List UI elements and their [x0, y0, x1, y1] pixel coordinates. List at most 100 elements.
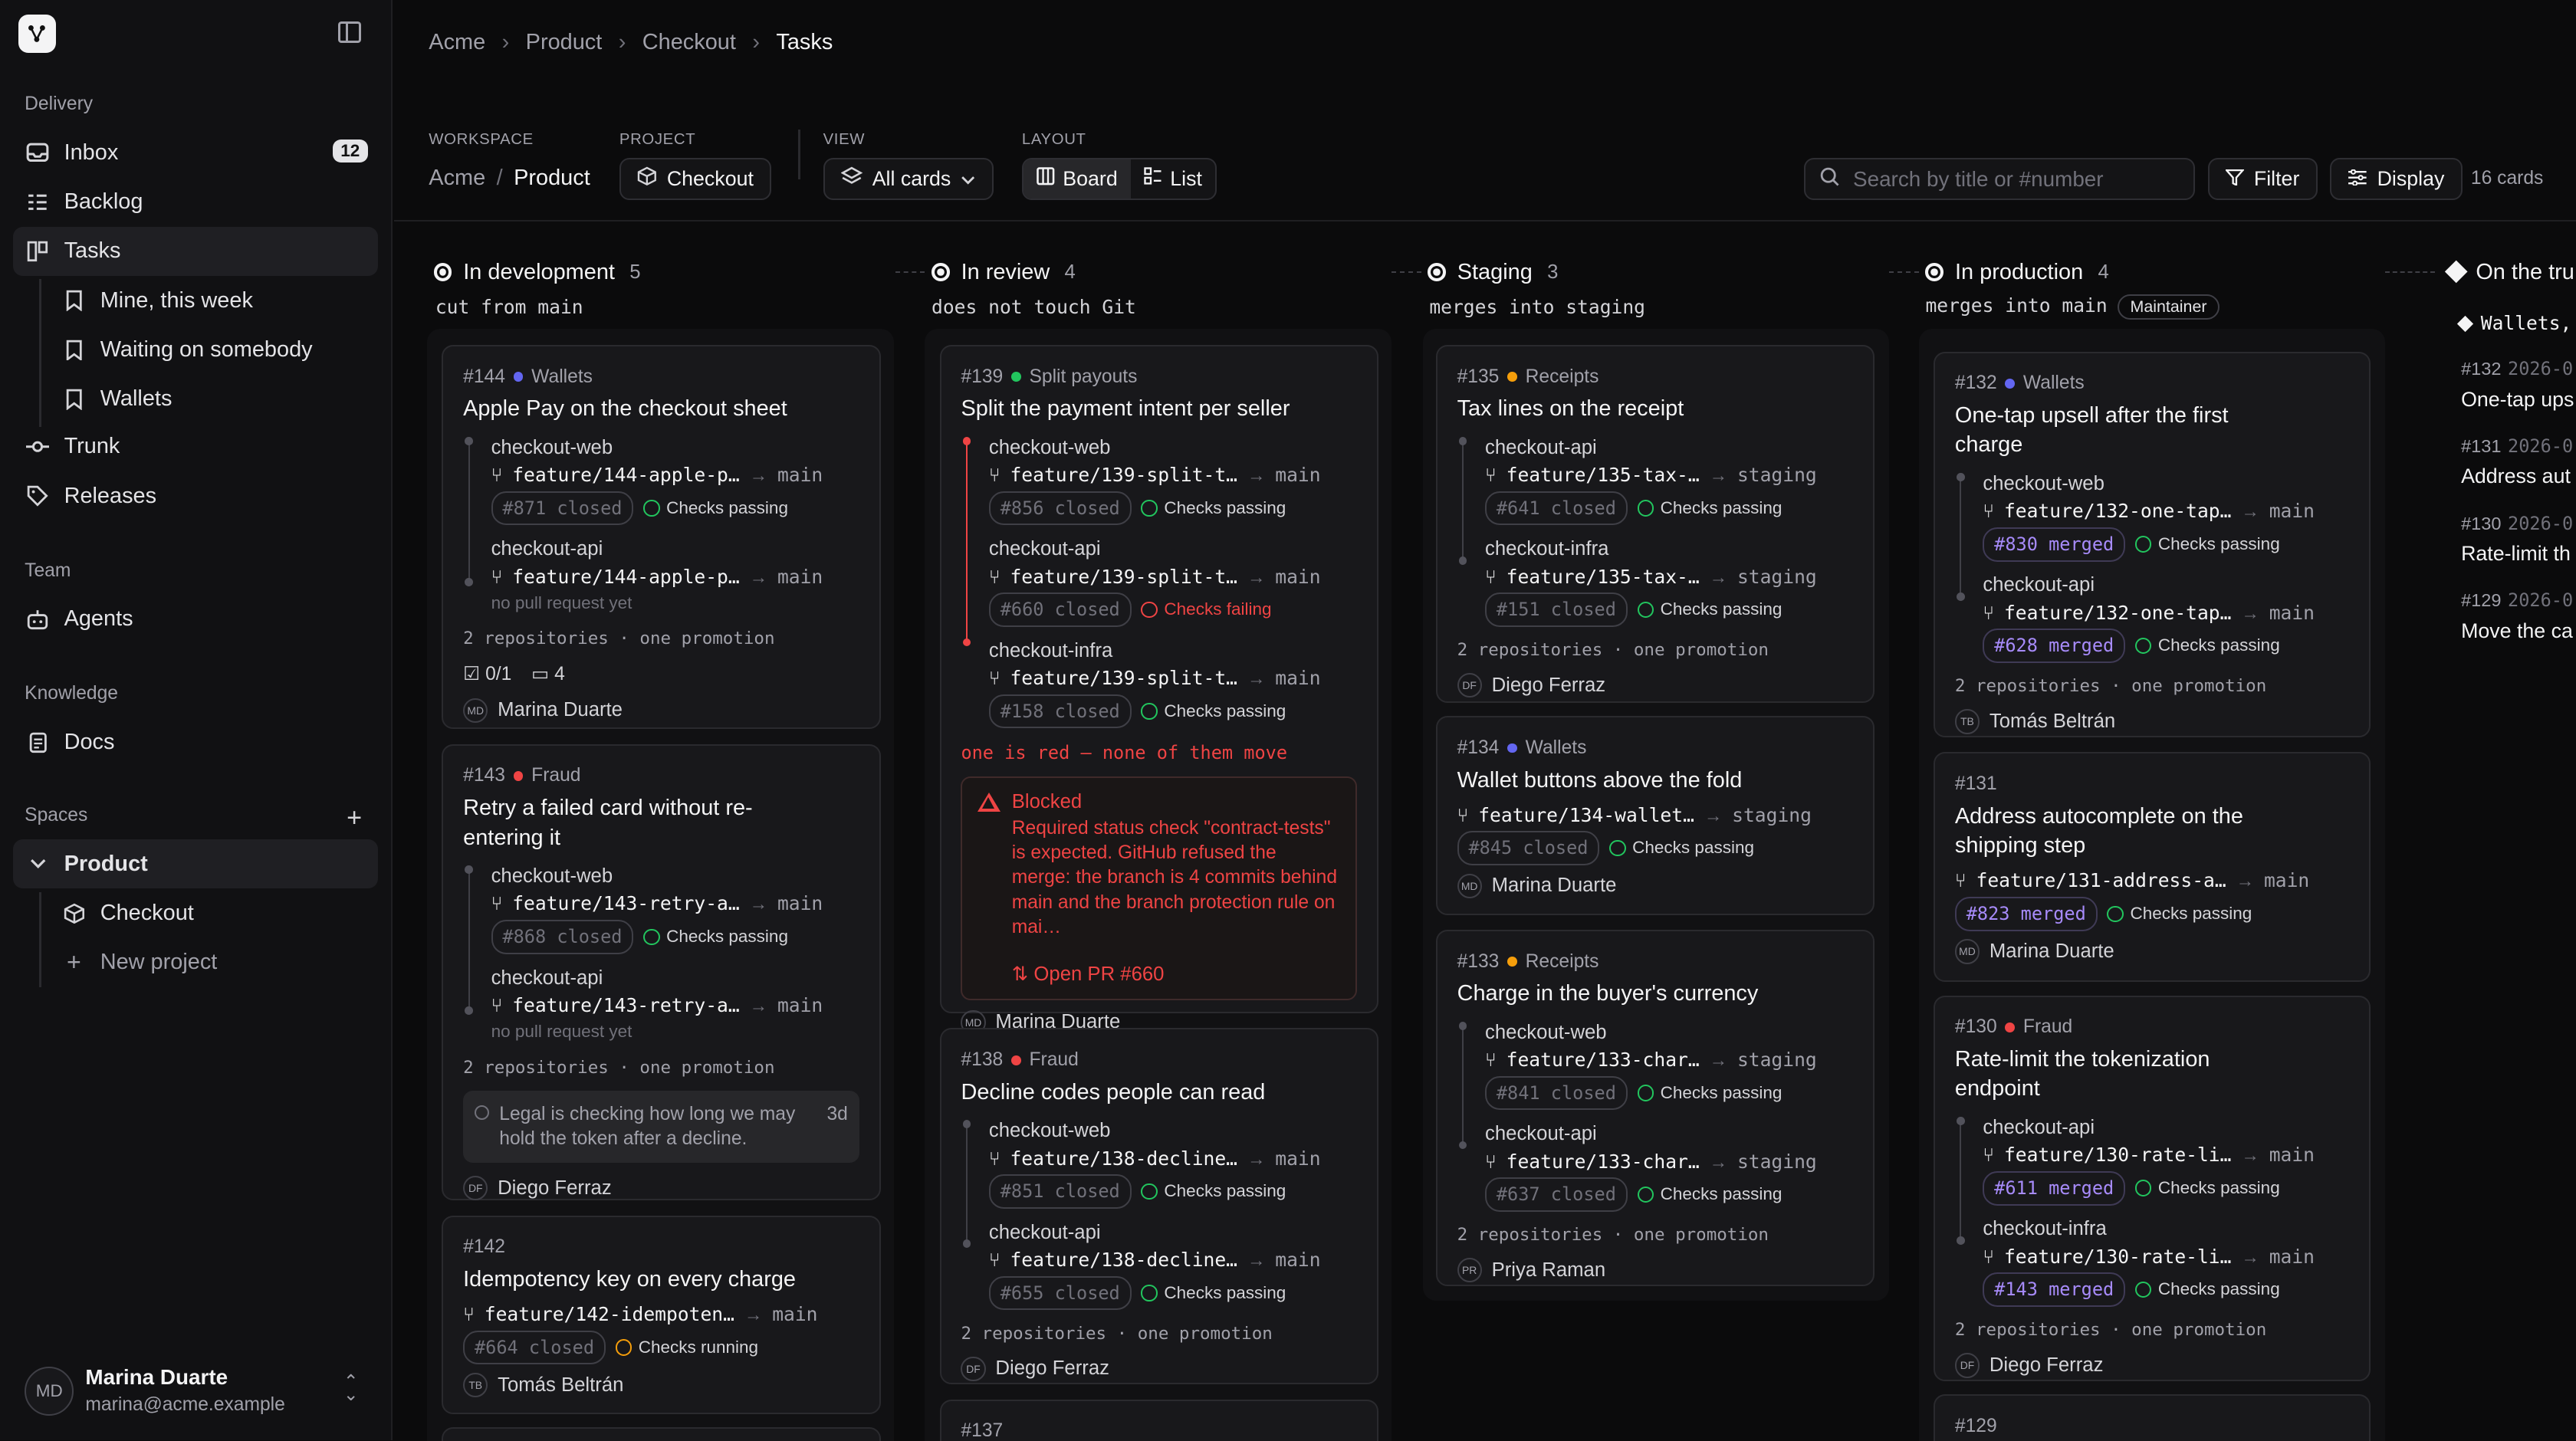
pr-tag[interactable]: #845 closed: [1457, 831, 1600, 865]
breadcrumb-item[interactable]: Product: [526, 30, 603, 55]
task-card-139[interactable]: #139 Split payouts Split the payment inte…: [939, 345, 1378, 1036]
breadcrumb-item[interactable]: Checkout: [642, 30, 736, 55]
branch-name[interactable]: feature/144-apple-p…: [512, 461, 740, 489]
branch-name[interactable]: feature/134-wallet…: [1478, 802, 1694, 829]
column-header-in-production[interactable]: In production 4: [1925, 260, 2109, 285]
pr-tag[interactable]: #158 closed: [988, 694, 1132, 729]
filter-button[interactable]: Filter: [2208, 157, 2318, 201]
logo-icon[interactable]: [18, 15, 56, 53]
plus-icon[interactable]: +: [347, 803, 362, 833]
branch-name[interactable]: feature/138-decline…: [1010, 1246, 1237, 1274]
task-card-129[interactable]: #129: [1934, 1394, 2371, 1441]
card-meta: #130 Fraud: [1955, 1016, 2350, 1038]
layout-board-button[interactable]: Board: [1023, 159, 1131, 199]
branch-name[interactable]: feature/131-address-a…: [1976, 867, 2226, 894]
sidebar-item-waiting[interactable]: Waiting on somebody: [49, 325, 378, 374]
pr-tag[interactable]: #143 merged: [1983, 1272, 2126, 1308]
pr-tag[interactable]: #611 merged: [1983, 1170, 2126, 1206]
column-header-in-development[interactable]: In development 5: [433, 260, 641, 285]
task-card-137[interactable]: #137: [939, 1399, 1378, 1441]
pr-tag[interactable]: #641 closed: [1485, 491, 1628, 526]
sidebar-item-agents[interactable]: Agents: [13, 595, 378, 644]
sidebar-item-releases[interactable]: Releases: [13, 471, 378, 520]
branch-name[interactable]: feature/132-one-tap…: [2004, 497, 2232, 525]
branch-name[interactable]: feature/139-split-t…: [1010, 461, 1237, 489]
pr-tag[interactable]: #637 closed: [1485, 1177, 1628, 1212]
pr-tag[interactable]: #871 closed: [491, 491, 634, 526]
layout-list-button[interactable]: List: [1131, 159, 1215, 199]
sidebar-item-product[interactable]: Product: [13, 839, 378, 889]
branch-name[interactable]: feature/135-tax-…: [1506, 461, 1700, 489]
branch-name[interactable]: feature/130-rate-li…: [2004, 1243, 2232, 1271]
branch-name[interactable]: feature/139-split-t…: [1010, 563, 1237, 591]
project-select[interactable]: Checkout: [619, 157, 772, 201]
task-card-142[interactable]: #142 Idempotency key on every charge ⑂ fe…: [442, 1215, 881, 1415]
branch-icon: ⑂: [491, 565, 503, 588]
breadcrumb-sep: ›: [618, 29, 626, 54]
task-card-131[interactable]: #131 Address autocomplete on the shippin…: [1934, 752, 2371, 983]
open-pr-link[interactable]: ⇅ Open PR #660: [1012, 963, 1339, 986]
pr-tag[interactable]: #823 merged: [1954, 896, 2098, 931]
sidebar-item-label: New project: [100, 950, 218, 975]
branch-name[interactable]: feature/138-decline…: [1010, 1145, 1237, 1173]
peek-item-title[interactable]: Address aut: [2461, 464, 2571, 488]
card-meta: #135 Receipts: [1457, 366, 1854, 388]
sidebar-item-trunk[interactable]: Trunk: [13, 422, 378, 471]
checks-label: Checks passing: [2157, 635, 2280, 655]
task-card-144[interactable]: #144 Wallets Apple Pay on the checkout sh…: [442, 345, 881, 730]
branch-name[interactable]: feature/130-rate-li…: [2004, 1141, 2232, 1169]
peek-item-title[interactable]: Rate-limit th: [2461, 542, 2571, 566]
branch-name[interactable]: feature/135-tax-…: [1506, 563, 1700, 591]
user-menu[interactable]: MD Marina Duarte marina@acme.example ⌃ ⌄: [25, 1361, 376, 1420]
pr-tag[interactable]: #830 merged: [1983, 527, 2126, 562]
sidebar-item-checkout[interactable]: Checkout: [49, 888, 378, 937]
peek-item-title[interactable]: One-tap ups: [2461, 388, 2574, 412]
sidebar-item-mine[interactable]: Mine, this week: [49, 276, 378, 325]
pr-tag[interactable]: #660 closed: [988, 592, 1132, 627]
pr-tag[interactable]: #151 closed: [1485, 592, 1628, 627]
card-label: Wallets: [531, 366, 593, 387]
target-branch: main: [2269, 601, 2315, 624]
search-input[interactable]: [1853, 166, 2182, 192]
branch-name[interactable]: feature/139-split-t…: [1010, 665, 1237, 692]
checks-label: Checks passing: [1632, 838, 1754, 858]
target-branch: main: [2269, 1144, 2315, 1167]
sidebar-item-new-project[interactable]: + New project: [49, 938, 378, 987]
branch-name[interactable]: feature/144-apple-p…: [512, 563, 740, 591]
view-select[interactable]: All cards: [823, 157, 994, 201]
branch-name[interactable]: feature/133-char…: [1506, 1046, 1700, 1074]
sidebar-item-inbox[interactable]: Inbox 12: [13, 128, 378, 177]
pr-tag[interactable]: #628 merged: [1983, 629, 2126, 664]
column-header-on-the-trunk[interactable]: On the tru: [2444, 260, 2574, 285]
pr-tag[interactable]: #851 closed: [988, 1174, 1132, 1209]
task-card-138[interactable]: #138 Fraud Decline codes people can read …: [939, 1028, 1378, 1385]
task-card-130[interactable]: #130 Fraud Rate-limit the tokenization en…: [1934, 995, 2371, 1382]
task-card-132[interactable]: #132 Wallets One-tap upsell after the fir…: [1934, 351, 2371, 738]
sidebar-item-wallets[interactable]: Wallets: [49, 375, 378, 424]
workspace-value[interactable]: Acme / Product: [429, 166, 590, 191]
pr-tag[interactable]: #868 closed: [491, 919, 634, 954]
pr-tag[interactable]: #664 closed: [463, 1330, 606, 1365]
sidebar-item-tasks[interactable]: Tasks: [13, 226, 378, 276]
sidebar-toggle-icon[interactable]: [338, 21, 362, 43]
pr-tag[interactable]: #841 closed: [1485, 1075, 1628, 1111]
peek-item-title[interactable]: Move the ca: [2461, 619, 2573, 643]
task-card-133[interactable]: #133 Receipts Charge in the buyer's curre…: [1435, 929, 1875, 1286]
task-card-143[interactable]: #143 Fraud Retry a failed card without re…: [442, 743, 881, 1201]
column-header-staging[interactable]: Staging 3: [1428, 260, 1558, 285]
task-card-135[interactable]: #135 Receipts Tax lines on the receipt ch…: [1435, 345, 1875, 704]
pr-tag[interactable]: #856 closed: [988, 491, 1132, 526]
branch-name[interactable]: feature/143-retry-a…: [512, 890, 740, 917]
branch-name[interactable]: feature/132-one-tap…: [2004, 599, 2232, 627]
task-card-partial[interactable]: [442, 1427, 881, 1441]
sidebar-item-docs[interactable]: Docs: [13, 717, 378, 766]
branch-name[interactable]: feature/142-idempoten…: [485, 1301, 734, 1328]
sidebar-item-backlog[interactable]: Backlog: [13, 177, 378, 226]
display-button[interactable]: Display: [2329, 157, 2463, 201]
column-header-in-review[interactable]: In review 4: [932, 260, 1076, 285]
branch-name[interactable]: feature/133-char…: [1506, 1148, 1700, 1176]
breadcrumb-item[interactable]: Acme: [429, 30, 485, 55]
task-card-134[interactable]: #134 Wallets Wallet buttons above the fol…: [1435, 716, 1875, 915]
pr-tag[interactable]: #655 closed: [988, 1275, 1132, 1311]
branch-name[interactable]: feature/143-retry-a…: [512, 992, 740, 1019]
